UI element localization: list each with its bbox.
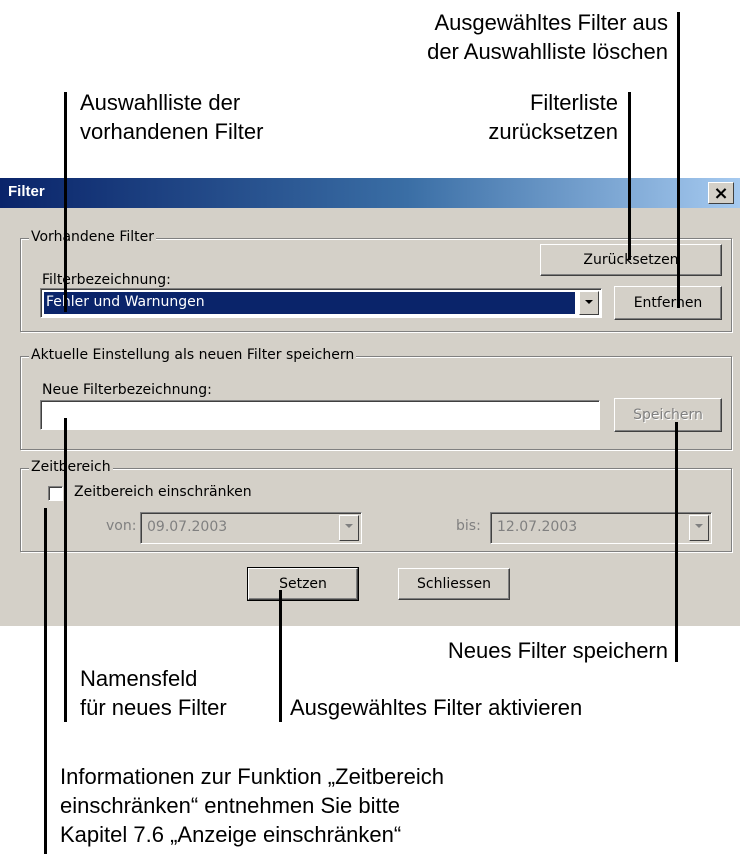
callout-remove-line1: Ausgewähltes Filter aus: [434, 10, 668, 35]
time-range-checkbox-label: Zeitbereich einschränken: [74, 484, 252, 500]
legend-existing-filters: Vorhandene Filter: [29, 229, 156, 245]
callout-list-line1: Auswahlliste der: [80, 90, 241, 115]
callout-name-field: Namensfeld für neues Filter: [80, 664, 227, 722]
filter-select[interactable]: Fehler und Warnungen: [40, 288, 602, 318]
leader-save-new: [675, 422, 678, 662]
set-button-label: Setzen: [279, 576, 327, 592]
close-button-label: Schliessen: [417, 576, 491, 592]
callout-reset-line1: Filterliste: [529, 90, 618, 115]
time-range-checkbox[interactable]: [48, 486, 63, 501]
callout-list-line2: vorhandenen Filter: [80, 119, 264, 144]
new-filter-name-label: Neue Filterbezeichnung:: [42, 382, 212, 398]
from-date-value: 09.07.2003: [147, 519, 228, 535]
leader-activate: [279, 590, 282, 722]
to-label: bis:: [456, 518, 481, 534]
from-dropdown-arrow-icon[interactable]: [339, 515, 359, 541]
from-date-select[interactable]: 09.07.2003: [140, 512, 362, 544]
leader-reset: [628, 92, 631, 260]
filter-select-value: Fehler und Warnungen: [44, 292, 575, 314]
callout-info-line1: Informationen zur Funktion „Zeitbereich: [60, 764, 444, 789]
callout-activate-text: Ausgewähltes Filter aktivieren: [290, 695, 583, 720]
callout-save-new-text: Neues Filter speichern: [447, 638, 668, 663]
filter-name-label: Filterbezeichnung:: [42, 272, 171, 288]
legend-save-filter: Aktuelle Einstellung als neuen Filter sp…: [29, 347, 357, 363]
close-icon[interactable]: ×: [708, 182, 734, 204]
callout-reset-line2: zurücksetzen: [488, 119, 618, 144]
callout-remove-filter: Ausgewähltes Filter aus der Auswahlliste…: [427, 8, 668, 66]
callout-save-new: Neues Filter speichern: [448, 636, 668, 665]
callout-reset-list: Filterliste zurücksetzen: [488, 88, 618, 146]
set-button[interactable]: Setzen: [247, 567, 359, 601]
callout-activate: Ausgewähltes Filter aktivieren: [290, 693, 582, 722]
leader-name-field: [64, 418, 67, 722]
callout-remove-line2: der Auswahlliste löschen: [427, 39, 668, 64]
to-date-value: 12.07.2003: [497, 519, 578, 535]
to-dropdown-arrow-icon[interactable]: [689, 515, 709, 541]
callout-name-line1: Namensfeld: [80, 666, 198, 691]
remove-button-label: Entfernen: [633, 295, 703, 311]
close-button[interactable]: Schliessen: [398, 568, 510, 600]
legend-time-range: Zeitbereich: [29, 459, 113, 475]
callout-info: Informationen zur Funktion „Zeitbereich …: [60, 762, 444, 849]
dialog-title: Filter: [8, 183, 45, 200]
reset-button[interactable]: Zurücksetzen: [540, 244, 722, 276]
leader-remove: [677, 12, 680, 308]
callout-info-line2: einschränken“ entnehmen Sie bitte: [60, 793, 400, 818]
from-label: von:: [106, 518, 137, 534]
callout-info-line3: Kapitel 7.6 „Anzeige einschränken“: [60, 822, 402, 847]
callout-name-line2: für neues Filter: [80, 695, 227, 720]
save-button-label: Speichern: [633, 407, 703, 423]
leader-info: [44, 508, 47, 854]
dropdown-arrow-icon[interactable]: [579, 291, 599, 315]
callout-filter-list: Auswahlliste der vorhandenen Filter: [80, 88, 263, 146]
to-date-select[interactable]: 12.07.2003: [490, 512, 712, 544]
remove-button[interactable]: Entfernen: [614, 286, 722, 320]
leader-list: [64, 92, 67, 312]
new-filter-name-input[interactable]: [40, 400, 600, 430]
save-button[interactable]: Speichern: [614, 398, 722, 432]
